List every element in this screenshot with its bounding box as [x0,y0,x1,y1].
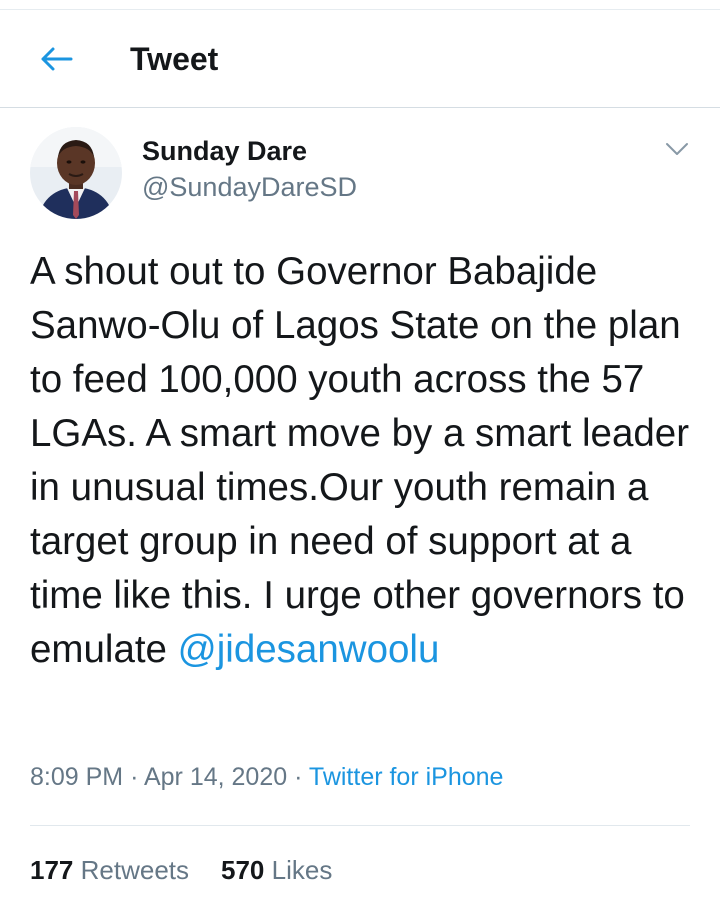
tweet-text: A shout out to Governor Babajide Sanwo-O… [30,245,700,677]
chevron-down-icon [666,143,688,155]
author-name[interactable]: Sunday Dare [142,134,307,168]
page-title: Tweet [130,41,219,77]
likes-count: 570 [221,855,265,885]
tweet-date: Apr 14, 2020 [143,763,288,791]
likes-stat[interactable]: 570 Likes [221,855,332,885]
tweet-body: A shout out to Governor Babajide Sanwo-O… [30,250,690,671]
mention-link[interactable]: @jidesanwoolu [178,628,440,671]
more-options-button[interactable] [662,136,692,162]
meta-separator: · [130,763,139,791]
tweet-source-link[interactable]: Twitter for iPhone [309,763,504,791]
avatar[interactable] [30,127,122,219]
tweet-time: 8:09 PM [30,763,124,791]
back-button[interactable] [36,41,76,77]
top-border [0,0,720,10]
tweet-meta: 8:09 PM · Apr 14, 2020 · Twitter for iPh… [30,760,503,794]
retweets-label: Retweets [80,855,190,885]
tweet-stats: 177 Retweets 570 Likes [30,852,332,888]
divider [30,825,690,826]
likes-label: Likes [271,855,333,885]
tweet-header: Tweet [0,11,720,108]
author-handle[interactable]: @SundayDareSD [142,170,357,204]
arrow-left-icon [41,47,73,71]
retweets-count: 177 [30,855,74,885]
meta-separator: · [294,763,303,791]
retweets-stat[interactable]: 177 Retweets [30,855,189,885]
